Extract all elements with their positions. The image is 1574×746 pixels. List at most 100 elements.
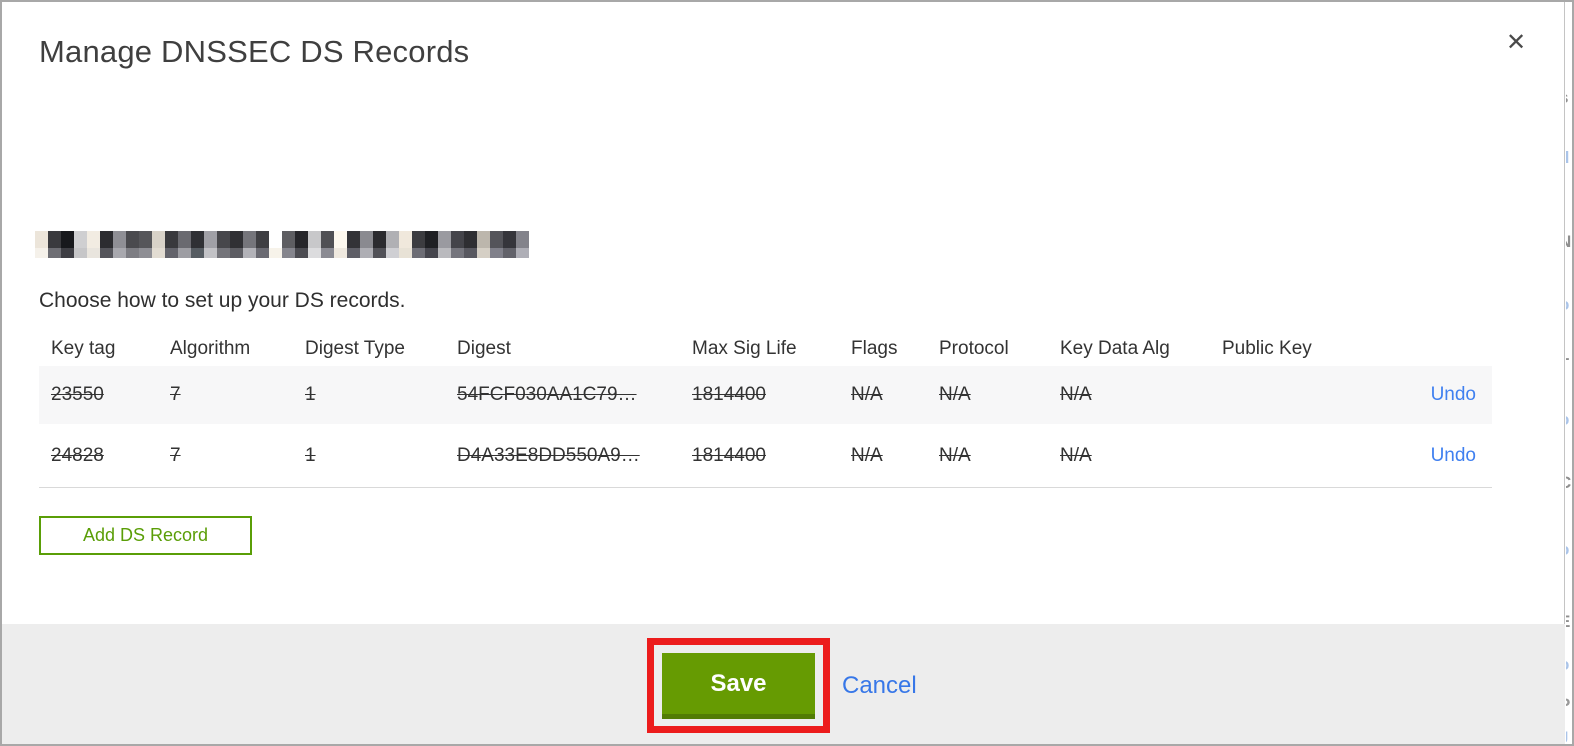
cell-flags: N/A: [851, 444, 883, 466]
redaction-pixel: [139, 248, 152, 258]
redaction-pixel: [308, 231, 321, 248]
redaction-pixel: [425, 248, 438, 258]
undo-link[interactable]: Undo: [1406, 384, 1476, 406]
column-header: Public Key: [1222, 338, 1312, 359]
redaction-pixel: [438, 248, 451, 258]
cancel-link[interactable]: Cancel: [842, 669, 917, 703]
redaction-pixel: [412, 231, 425, 248]
redaction-pixel: [347, 248, 360, 258]
redaction-pixel: [386, 248, 399, 258]
redaction-pixel: [516, 231, 529, 248]
redaction-pixel: [399, 231, 412, 248]
redaction-pixel: [282, 231, 295, 248]
cell-digest-type: 1: [305, 384, 316, 405]
redaction-pixel: [451, 248, 464, 258]
redaction-pixel: [295, 231, 308, 248]
redaction-pixel: [165, 248, 178, 258]
column-header: Max Sig Life: [692, 338, 797, 359]
column-header: Key tag: [51, 338, 116, 359]
redaction-pixel: [282, 248, 295, 258]
redaction-pixel: [178, 231, 191, 248]
cell-flags: N/A: [851, 384, 883, 405]
redaction-pixel: [347, 231, 360, 248]
redaction-pixel: [74, 231, 87, 248]
redaction-pixel: [126, 248, 139, 258]
redaction-pixel: [204, 248, 217, 258]
redaction-pixel: [74, 248, 87, 258]
cell-digest-type: 1: [305, 444, 316, 466]
redaction-pixel: [438, 231, 451, 248]
cell-key-data-alg: N/A: [1060, 384, 1092, 405]
background-text-fragment: d: [1566, 148, 1569, 168]
save-button[interactable]: Save: [662, 653, 815, 719]
redaction-pixel: [204, 231, 217, 248]
background-text-fragment: s: [1566, 88, 1568, 108]
redaction-pixel: [269, 231, 282, 248]
modal-title: Manage DNSSEC DS Records: [39, 34, 470, 69]
cell-key-tag: 23550: [51, 384, 104, 405]
cell-protocol: N/A: [939, 444, 971, 466]
redaction-pixel: [100, 231, 113, 248]
background-text-fragment: o: [1566, 410, 1569, 430]
add-ds-record-button[interactable]: Add DS Record: [39, 516, 252, 555]
redaction-pixel: [256, 248, 269, 258]
redacted-pixel-row: [35, 248, 529, 258]
background-text-fragment: o: [1566, 295, 1569, 315]
redaction-pixel: [360, 231, 373, 248]
column-header: Digest Type: [305, 338, 405, 359]
redaction-pixel: [503, 248, 516, 258]
redaction-pixel: [230, 231, 243, 248]
column-header: Protocol: [939, 338, 1009, 359]
redaction-pixel: [217, 231, 230, 248]
redaction-pixel: [35, 248, 48, 258]
redaction-pixel: [516, 248, 529, 258]
redaction-pixel: [308, 248, 321, 258]
redaction-pixel: [477, 248, 490, 258]
redaction-pixel: [191, 248, 204, 258]
redaction-pixel: [503, 231, 516, 248]
background-text-fragment: P: [1566, 695, 1570, 715]
manage-dnssec-modal: Manage DNSSEC DS Records ✕ Choose how to…: [2, 2, 1565, 744]
redaction-pixel: [191, 231, 204, 248]
redaction-pixel: [243, 248, 256, 258]
redaction-pixel: [113, 248, 126, 258]
redaction-pixel: [399, 248, 412, 258]
column-header: Flags: [851, 338, 898, 359]
redaction-pixel: [373, 231, 386, 248]
background-text-fragment: C: [1566, 473, 1571, 493]
screenshot-frame: Manage DNSSEC DS Records ✕ Choose how to…: [0, 0, 1574, 746]
cell-digest: D4A33E8DD550A9…: [457, 444, 640, 466]
redaction-pixel: [87, 231, 100, 248]
table-row: 24828 7 1 D4A33E8DD550A9… 1814400 N/A N/A N/A Un…: [39, 424, 1492, 488]
redaction-pixel: [230, 248, 243, 258]
redacted-domain-name: [35, 231, 529, 258]
redaction-pixel: [113, 231, 126, 248]
background-page-sliver: sdNoLoCoEoPJ: [1566, 2, 1572, 744]
cell-key-tag: 24828: [51, 444, 104, 466]
redaction-pixel: [35, 231, 48, 248]
redaction-pixel: [178, 248, 191, 258]
redaction-pixel: [217, 248, 230, 258]
redaction-pixel: [165, 231, 178, 248]
redaction-pixel: [321, 248, 334, 258]
redaction-pixel: [152, 248, 165, 258]
ds-records-table: Key tag Algorithm Digest Type Digest Max Sig…: [39, 332, 1492, 488]
undo-link[interactable]: Undo: [1406, 445, 1476, 467]
instruction-text: Choose how to set up your DS records.: [39, 289, 406, 312]
redaction-pixel: [334, 231, 347, 248]
background-text-fragment: N: [1566, 232, 1571, 252]
table-row: 23550 7 1 54FCF030AA1C79… 1814400 N/A N/A N/A Un…: [39, 366, 1492, 424]
redaction-pixel: [477, 231, 490, 248]
background-text-fragment: o: [1566, 655, 1569, 675]
redaction-pixel: [87, 248, 100, 258]
redacted-pixel-row: [35, 231, 529, 248]
cell-protocol: N/A: [939, 384, 971, 405]
background-text-fragment: J: [1566, 728, 1568, 744]
close-icon[interactable]: ✕: [1500, 26, 1532, 58]
background-text-fragment: E: [1566, 612, 1570, 632]
table-body: 23550 7 1 54FCF030AA1C79… 1814400 N/A N/A N/A Un…: [39, 366, 1492, 488]
redaction-pixel: [48, 231, 61, 248]
redaction-pixel: [48, 248, 61, 258]
background-text-fragment: o: [1566, 540, 1569, 560]
redaction-pixel: [464, 231, 477, 248]
